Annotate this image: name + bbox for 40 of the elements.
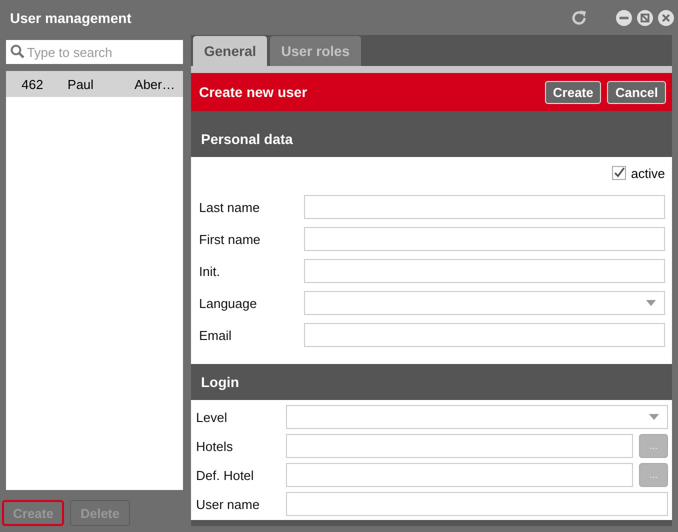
search-icon: [10, 44, 25, 59]
checkbox-label: active: [631, 166, 665, 180]
input-field[interactable]: [286, 434, 633, 458]
window-title: User management: [10, 10, 132, 26]
table-cell: Aber…: [134, 76, 175, 92]
field-label: Email: [199, 328, 233, 342]
field-label: Language: [199, 296, 258, 310]
table-cell-text: Paul: [68, 76, 95, 92]
cancel-button[interactable]: Cancel: [607, 80, 666, 104]
browse-button[interactable]: ...: [639, 463, 668, 487]
input-field[interactable]: [304, 195, 665, 219]
input-field[interactable]: [286, 492, 668, 516]
minimize-icon[interactable]: [616, 10, 632, 26]
input-field[interactable]: [304, 259, 665, 283]
banner-title: Create new user: [199, 84, 308, 100]
tab[interactable]: General: [193, 36, 268, 66]
table-cell-text: 462: [22, 76, 44, 92]
dropdown-field[interactable]: [304, 291, 665, 315]
create-button[interactable]: Create: [544, 80, 602, 104]
field-label: Last name: [199, 200, 261, 214]
field-label: Hotels: [196, 438, 234, 454]
search-field[interactable]: Type to search: [6, 40, 183, 64]
input-field[interactable]: [304, 323, 665, 347]
caret-icon: [646, 300, 656, 306]
checkbox[interactable]: [612, 166, 626, 180]
browse-button[interactable]: ...: [639, 434, 668, 458]
field-label: Level: [196, 410, 228, 424]
field-label: First name: [199, 232, 262, 246]
dropdown-field[interactable]: [286, 405, 668, 429]
field-label: User name: [196, 496, 261, 512]
field-label: Init.: [199, 264, 221, 278]
input-field[interactable]: [286, 463, 633, 487]
maximize-icon[interactable]: [637, 10, 653, 26]
refresh-icon[interactable]: [570, 8, 588, 26]
field-label: Def. Hotel: [196, 468, 255, 482]
user-row[interactable]: 462 Paul Aber…: [6, 71, 183, 97]
input-field[interactable]: [304, 227, 665, 251]
caret-icon: [649, 414, 659, 420]
tab[interactable]: User roles: [270, 36, 361, 66]
close-icon[interactable]: [658, 10, 674, 26]
